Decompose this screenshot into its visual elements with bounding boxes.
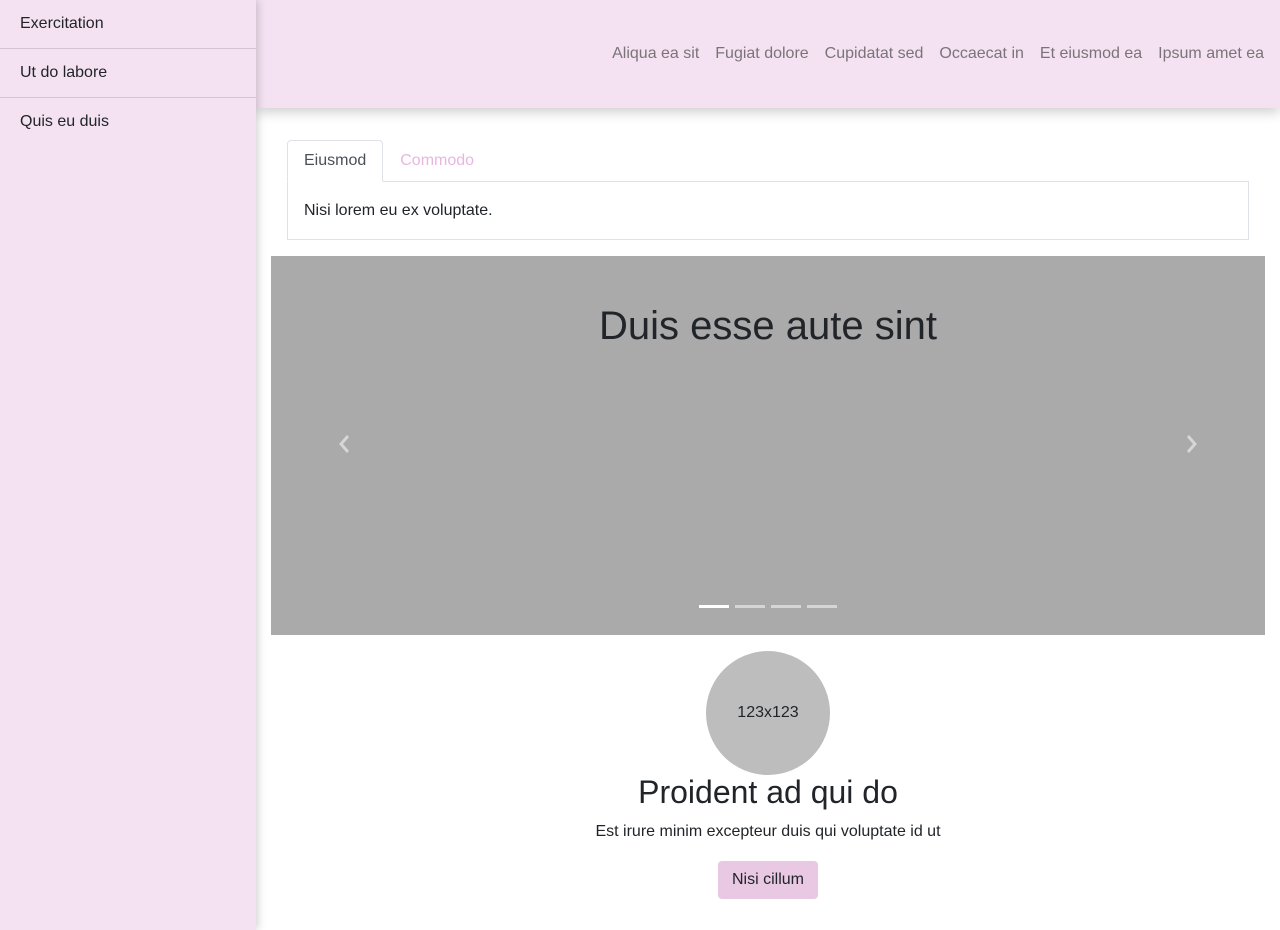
carousel-indicator-3[interactable] xyxy=(771,605,801,608)
nisi-cillum-button[interactable]: Nisi cillum xyxy=(718,861,818,899)
nav-link-ipsum-amet-ea[interactable]: Ipsum amet ea xyxy=(1158,45,1264,63)
carousel-heading: Duis esse aute sint xyxy=(599,304,937,348)
feature-title: Proident ad qui do xyxy=(638,774,898,810)
tab-bar: Eiusmod Commodo xyxy=(287,140,1249,182)
sidebar: Exercitation Ut do labore Quis eu duis xyxy=(0,0,256,930)
carousel-indicators xyxy=(271,605,1265,608)
carousel-indicator-4[interactable] xyxy=(807,605,837,608)
tab-commodo[interactable]: Commodo xyxy=(383,140,491,182)
sidebar-item-ut-do-labore[interactable]: Ut do labore xyxy=(0,49,256,98)
chevron-left-icon xyxy=(339,435,350,453)
carousel-indicator-2[interactable] xyxy=(735,605,765,608)
carousel-prev-button[interactable] xyxy=(333,432,357,456)
chevron-right-icon xyxy=(1186,435,1197,453)
feature-text: Est irure minim excepteur duis qui volup… xyxy=(595,823,941,840)
tab-eiusmod[interactable]: Eiusmod xyxy=(287,140,384,182)
nav-link-cupidatat-sed[interactable]: Cupidatat sed xyxy=(825,45,924,63)
nav-link-occaecat-in[interactable]: Occaecat in xyxy=(939,45,1023,63)
tab-panel: Nisi lorem eu ex voluptate. xyxy=(287,182,1249,240)
nav-link-et-eiusmod-ea[interactable]: Et eiusmod ea xyxy=(1040,45,1142,63)
avatar-placeholder: 123x123 xyxy=(706,651,830,775)
sidebar-item-quis-eu-duis[interactable]: Quis eu duis xyxy=(0,98,256,147)
nav-link-aliqua-ea-sit[interactable]: Aliqua ea sit xyxy=(612,45,699,63)
avatar-placeholder-label: 123x123 xyxy=(737,704,799,721)
tabs: Eiusmod Commodo Nisi lorem eu ex volupta… xyxy=(287,140,1249,240)
carousel-indicator-1[interactable] xyxy=(699,605,729,608)
top-navbar: Aliqua ea sit Fugiat dolore Cupidatat se… xyxy=(256,0,1280,108)
carousel: Duis esse aute sint xyxy=(271,256,1265,635)
sidebar-item-exercitation[interactable]: Exercitation xyxy=(0,0,256,49)
carousel-next-button[interactable] xyxy=(1179,432,1203,456)
nav-link-fugiat-dolore[interactable]: Fugiat dolore xyxy=(715,45,808,63)
